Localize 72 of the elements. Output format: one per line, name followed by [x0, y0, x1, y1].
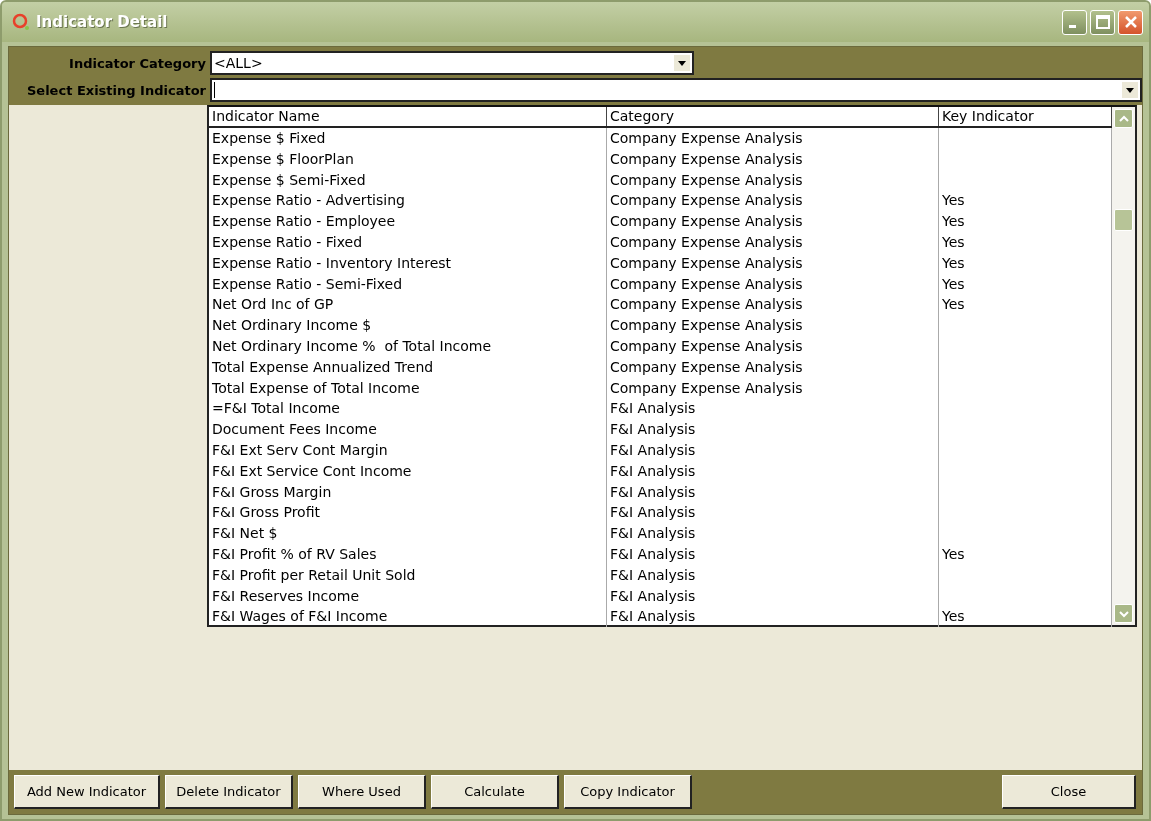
table-cell: Company Expense Analysis [607, 190, 939, 212]
table-cell: F&I Analysis [607, 481, 939, 503]
column-header[interactable]: Category [607, 107, 939, 126]
field-label: Select Existing Indicator [26, 82, 207, 98]
table-cell: F&I Wages of F&I Income [209, 606, 607, 628]
table-cell: F&I Ext Service Cont Income [209, 460, 607, 482]
close-button[interactable] [1118, 9, 1143, 35]
table-cell: F&I Analysis [607, 543, 939, 565]
table-cell: Net Ord Inc of GP [209, 294, 607, 316]
table-cell: F&I Analysis [607, 502, 939, 524]
action-button[interactable]: Calculate [431, 775, 559, 809]
table-cell: =F&I Total Income [209, 398, 607, 420]
indicator-dropdown[interactable] [210, 78, 1142, 102]
table-cell: F&I Gross Margin [209, 481, 607, 503]
table-cell: Company Expense Analysis [607, 377, 939, 399]
table-cell: Expense Ratio - Inventory Interest [209, 252, 607, 274]
table-cell: F&I Analysis [607, 398, 939, 420]
minimize-icon [1068, 24, 1076, 28]
table-cell: Expense $ Fixed [209, 128, 607, 149]
table-cell: F&I Analysis [607, 419, 939, 440]
table-cell: F&I Reserves Income [209, 585, 607, 607]
table-cell: Company Expense Analysis [607, 252, 939, 274]
close-dialog-button[interactable]: Close [1002, 775, 1136, 809]
table-cell: F&I Profit % of RV Sales [209, 543, 607, 565]
table-cell: Expense $ FloorPlan [209, 148, 607, 170]
table-cell: Company Expense Analysis [607, 335, 939, 357]
table-cell: F&I Analysis [607, 523, 939, 544]
table-cell: F&I Ext Serv Cont Margin [209, 439, 607, 461]
table-cell: F&I Analysis [607, 585, 939, 607]
table-cell: F&I Profit per Retail Unit Sold [209, 564, 607, 586]
ring-icon [12, 13, 30, 31]
table-cell: F&I Net $ [209, 523, 607, 544]
table-cell: Expense Ratio - Advertising [209, 190, 607, 212]
scroll-down-icon[interactable] [1114, 604, 1133, 623]
table-cell: Company Expense Analysis [607, 315, 939, 336]
category-dropdown[interactable]: <ALL> [210, 51, 694, 75]
table-cell: Company Expense Analysis [607, 273, 939, 295]
table-cell: Total Expense Annualized Trend [209, 356, 607, 378]
table-cell: Company Expense Analysis [607, 128, 939, 149]
table-cell: Company Expense Analysis [607, 169, 939, 191]
action-button[interactable]: Where Used [298, 775, 426, 809]
table-cell: Company Expense Analysis [607, 148, 939, 170]
scrollbar[interactable] [1112, 107, 1135, 625]
minimize-button[interactable] [1062, 9, 1087, 35]
action-button[interactable]: Delete Indicator [165, 775, 293, 809]
table-cell: Expense Ratio - Employee [209, 211, 607, 232]
table-cell: Net Ordinary Income % of Total Income [209, 335, 607, 357]
column-header[interactable]: Indicator Name [209, 107, 607, 126]
table-cell: F&I Analysis [607, 439, 939, 461]
table-cell: F&I Analysis [607, 606, 939, 628]
action-button[interactable]: Add New Indicator [14, 775, 160, 809]
maximize-button[interactable] [1090, 9, 1115, 35]
table-cell: Company Expense Analysis [607, 211, 939, 232]
scroll-thumb[interactable] [1114, 209, 1133, 231]
action-button[interactable]: Copy Indicator [564, 775, 692, 809]
table-cell: Total Expense of Total Income [209, 377, 607, 399]
table-cell: F&I Analysis [607, 564, 939, 586]
window-title: Indicator Detail [36, 13, 168, 31]
table-cell: Expense Ratio - Semi-Fixed [209, 273, 607, 295]
maximize-icon [1095, 15, 1110, 29]
table-cell: Net Ordinary Income $ [209, 315, 607, 336]
table-cell: F&I Analysis [607, 460, 939, 482]
table-cell: F&I Gross Profit [209, 502, 607, 524]
table-cell: Company Expense Analysis [607, 294, 939, 316]
close-icon [1123, 15, 1138, 29]
scroll-up-icon[interactable] [1114, 109, 1133, 128]
table-cell: Company Expense Analysis [607, 356, 939, 378]
table-cell: Expense Ratio - Fixed [209, 232, 607, 253]
table-cell: Document Fees Income [209, 419, 607, 440]
table-cell: Expense $ Semi-Fixed [209, 169, 607, 191]
table-cell: Company Expense Analysis [607, 232, 939, 253]
field-label: Indicator Category [68, 55, 207, 71]
